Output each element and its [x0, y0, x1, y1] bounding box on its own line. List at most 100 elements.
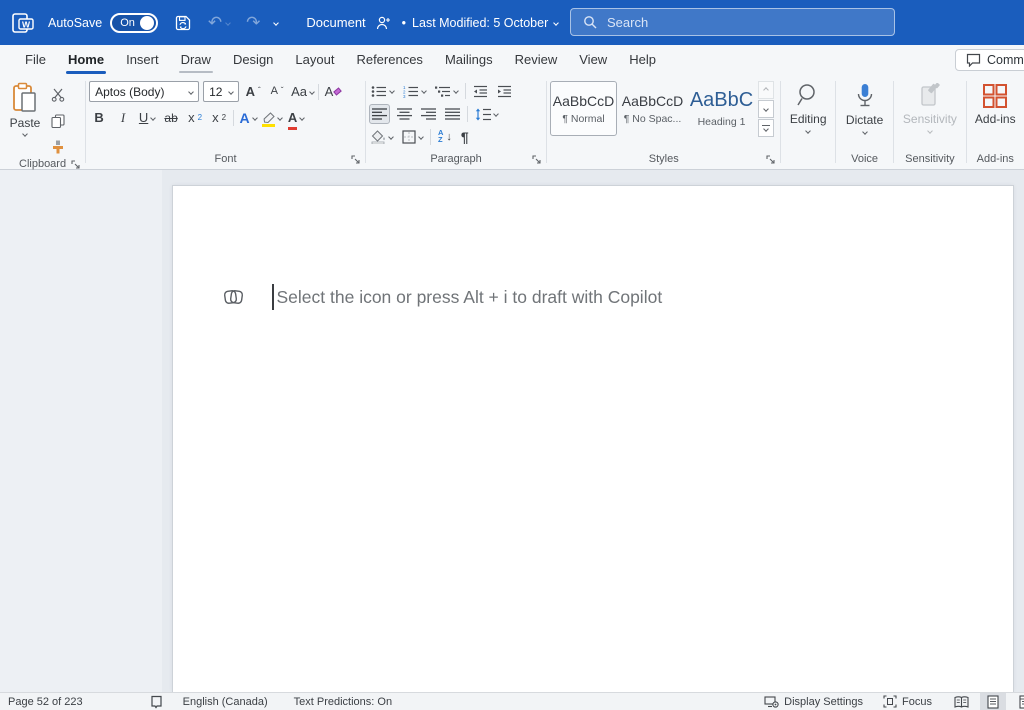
font-size-value: 12	[209, 84, 223, 99]
display-settings-button[interactable]: Display Settings	[758, 693, 869, 710]
change-case-button[interactable]: Aa	[291, 81, 315, 102]
highlight-chevron-icon	[277, 114, 283, 121]
presence-icon[interactable]	[376, 16, 392, 30]
document-title[interactable]: Document	[306, 15, 365, 30]
align-left-button[interactable]	[369, 104, 390, 124]
align-left-icon	[372, 108, 387, 120]
dictate-button[interactable]: Dictate	[846, 79, 883, 152]
format-painter-button[interactable]	[47, 137, 69, 157]
scroll-down-chevron-icon	[763, 106, 769, 112]
superscript-button[interactable]: x2	[209, 107, 229, 128]
styles-scroll-down-button[interactable]	[758, 100, 775, 118]
paragraph-dialog-launcher[interactable]	[532, 155, 542, 165]
autosave-toggle[interactable]: On	[110, 12, 158, 33]
bullets-button[interactable]	[369, 81, 396, 101]
text-effects-chevron-icon	[251, 114, 258, 121]
voice-group-label: Voice	[851, 153, 879, 165]
align-right-button[interactable]	[419, 104, 438, 124]
numbering-button[interactable]: 1 2 3	[401, 81, 428, 101]
tab-review[interactable]: Review	[504, 46, 569, 74]
tab-references[interactable]: References	[345, 46, 433, 74]
line-spacing-button[interactable]	[473, 104, 500, 124]
multilevel-list-button[interactable]	[433, 81, 460, 101]
tab-draw[interactable]: Draw	[170, 46, 222, 74]
sensitivity-group: Sensitivity Sensitivity	[894, 75, 965, 169]
tab-layout[interactable]: Layout	[284, 46, 345, 74]
font-dialog-launcher[interactable]	[351, 155, 361, 165]
bold-button[interactable]: B	[89, 107, 109, 128]
tab-design[interactable]: Design	[222, 46, 284, 74]
paragraph-row-separator	[465, 83, 466, 99]
increase-indent-button[interactable]	[495, 81, 514, 101]
addins-button[interactable]: Add-ins	[975, 79, 1016, 152]
format-painter-icon	[53, 140, 63, 154]
tab-home[interactable]: Home	[57, 46, 115, 74]
grow-font-button[interactable]: A ˆ	[243, 81, 263, 102]
page-indicator[interactable]: Page 52 of 223	[0, 696, 89, 708]
quick-access-menu-button[interactable]	[273, 19, 280, 26]
save-button[interactable]	[174, 14, 192, 32]
styles-dialog-launcher[interactable]	[766, 155, 776, 165]
redo-button[interactable]: ↷	[246, 14, 260, 31]
strikethrough-button[interactable]: ab	[161, 107, 181, 128]
focus-button[interactable]: Focus	[877, 693, 938, 710]
quick-access-chevron-icon	[273, 19, 280, 26]
proofing-button[interactable]	[144, 695, 169, 709]
italic-button[interactable]: I	[113, 107, 133, 128]
shrink-font-button[interactable]: A ˇ	[267, 81, 287, 102]
document-page[interactable]: Select the icon or press Alt + i to draf…	[172, 185, 1014, 692]
style-heading-1[interactable]: AaBbC Heading 1	[688, 81, 755, 136]
text-predictions-button[interactable]: Text Predictions: On	[288, 696, 398, 708]
web-layout-view-button[interactable]	[1012, 693, 1024, 710]
style-no-spacing[interactable]: AaBbCcD ¶ No Spac...	[619, 81, 686, 136]
tab-view[interactable]: View	[568, 46, 618, 74]
eraser-icon	[333, 87, 343, 96]
align-center-button[interactable]	[395, 104, 414, 124]
clear-formatting-button[interactable]: A	[323, 81, 343, 102]
copy-button[interactable]	[47, 111, 69, 131]
shading-chevron-icon	[388, 134, 394, 140]
paste-button[interactable]: Paste	[3, 79, 47, 157]
copilot-placeholder-text[interactable]: Select the icon or press Alt + i to draf…	[277, 287, 663, 308]
copy-icon	[51, 114, 65, 128]
align-right-icon	[421, 108, 436, 120]
sort-button[interactable]: A Z ↓	[436, 127, 454, 147]
print-layout-view-button[interactable]	[980, 693, 1006, 710]
styles-scroll-up-button[interactable]	[758, 81, 775, 99]
search-input[interactable]: Search	[570, 8, 895, 36]
redo-icon: ↷	[246, 13, 261, 32]
tab-help[interactable]: Help	[618, 46, 667, 74]
borders-button[interactable]	[400, 127, 425, 147]
text-effects-button[interactable]: A	[238, 107, 258, 128]
last-modified-text: Last Modified: 5 October	[412, 15, 549, 30]
decrease-indent-button[interactable]	[471, 81, 490, 101]
bullet-list-icon	[371, 85, 386, 97]
shading-button[interactable]	[369, 127, 395, 147]
paste-chevron-icon	[22, 131, 28, 137]
read-mode-view-button[interactable]	[948, 693, 974, 710]
cut-button[interactable]	[47, 85, 69, 105]
comments-button[interactable]: Comments	[955, 49, 1024, 71]
style-normal[interactable]: AaBbCcD ¶ Normal	[550, 81, 618, 136]
search-placeholder: Search	[607, 14, 649, 30]
font-family-select[interactable]: Aptos (Body)	[89, 81, 200, 102]
copilot-icon[interactable]	[223, 287, 244, 307]
clipboard-dialog-launcher[interactable]	[71, 160, 81, 170]
justify-button[interactable]	[443, 104, 462, 124]
tab-mailings[interactable]: Mailings	[434, 46, 504, 74]
editing-button[interactable]: Editing	[790, 79, 827, 152]
undo-button[interactable]: ↶	[208, 14, 231, 31]
language-button[interactable]: English (Canada)	[177, 696, 274, 708]
sensitivity-chevron-icon	[927, 128, 933, 134]
sensitivity-icon	[921, 83, 940, 106]
tab-insert[interactable]: Insert	[115, 46, 170, 74]
styles-gallery-more-button[interactable]	[758, 119, 775, 137]
subscript-button[interactable]: x2	[185, 107, 205, 128]
tab-file[interactable]: File	[14, 46, 57, 74]
show-formatting-button[interactable]: ¶	[459, 127, 471, 147]
font-color-button[interactable]: A	[286, 107, 306, 130]
highlight-button[interactable]	[262, 107, 283, 128]
font-size-select[interactable]: 12	[203, 81, 240, 102]
last-modified[interactable]: • Last Modified: 5 October	[402, 15, 560, 30]
underline-button[interactable]: U	[137, 107, 157, 128]
